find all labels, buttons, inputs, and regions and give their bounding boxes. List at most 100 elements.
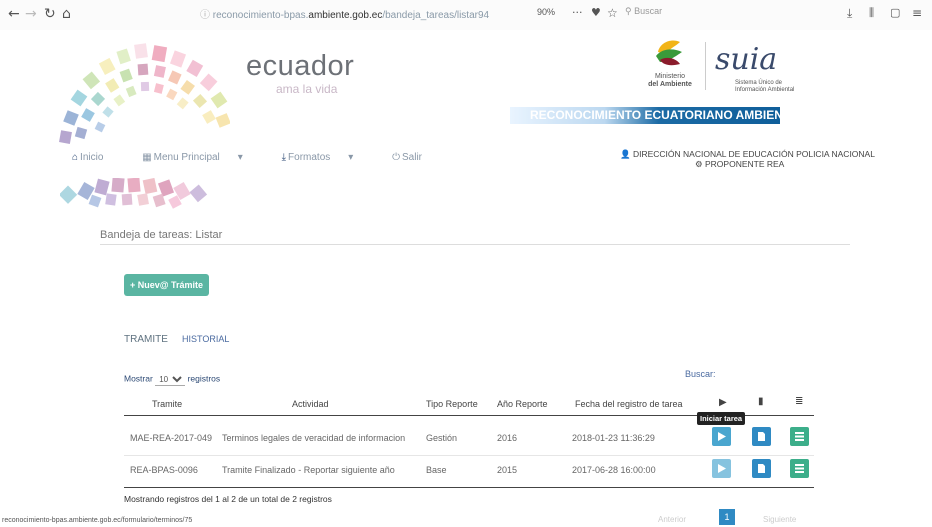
reload-icon[interactable]: ↻ bbox=[44, 6, 56, 22]
list-icon bbox=[795, 432, 804, 441]
document-button[interactable] bbox=[752, 427, 771, 446]
forward-icon[interactable]: → bbox=[25, 6, 37, 22]
nav-menu-principal-label: Menu Principal bbox=[153, 152, 220, 163]
user-organization: DIRECCIÓN NACIONAL DE EDUCACIÓN POLICIA … bbox=[632, 149, 875, 159]
ministerio-ambiente-logo bbox=[656, 40, 682, 66]
nav-formatos[interactable]: ⤓ Formatos ▾ bbox=[282, 152, 372, 163]
status-bar-url: reconocimiento-bpas.ambiente.gob.ec/form… bbox=[2, 517, 193, 524]
play-icon bbox=[718, 464, 726, 473]
suia-logo-subtitle: Sistema Único de Información Ambiental bbox=[735, 80, 794, 94]
search-icon: ⚲ bbox=[625, 6, 635, 16]
col-header-tramite[interactable]: Tramite bbox=[152, 399, 182, 409]
document-button[interactable] bbox=[752, 459, 771, 478]
cell-fecha: 2018-01-23 11:36:29 bbox=[572, 433, 655, 443]
col-header-actividad[interactable]: Actividad bbox=[292, 399, 329, 409]
document-icon bbox=[758, 464, 765, 473]
document-icon bbox=[758, 432, 765, 441]
pocket-icon[interactable]: ♥ bbox=[591, 6, 601, 19]
table-search-label: Buscar: bbox=[685, 369, 716, 379]
suia-subtitle-line2: Información Ambiental bbox=[735, 87, 795, 93]
ministerio-line1: Ministerio bbox=[655, 73, 685, 80]
page-actions-icon[interactable]: ··· bbox=[572, 6, 583, 19]
ecuador-tagline: ama la vida bbox=[276, 82, 338, 96]
list-icon bbox=[795, 464, 804, 473]
start-task-tooltip: Iniciar tarea bbox=[697, 412, 746, 425]
cell-tipo: Gestión bbox=[426, 433, 458, 443]
ecuador-mosaic-bottom bbox=[60, 178, 208, 209]
page-length-select[interactable]: 10 bbox=[155, 373, 186, 386]
ecuador-mosaic-logo bbox=[59, 43, 230, 144]
user-role: PROPONENTE REA bbox=[705, 159, 785, 169]
sidebar-icon[interactable]: ▢ bbox=[890, 6, 900, 19]
cell-tramite: REA-BPAS-0096 bbox=[130, 465, 198, 475]
nav-inicio[interactable]: ⌂ Inicio bbox=[72, 152, 121, 163]
cell-tipo: Base bbox=[426, 465, 447, 475]
start-task-button[interactable] bbox=[712, 427, 731, 446]
caret-down-icon: ▾ bbox=[237, 152, 243, 163]
power-icon: ⏻ bbox=[392, 152, 400, 163]
url-prefix: reconocimiento-bpas. bbox=[212, 10, 309, 21]
address-bar[interactable]: ⓘ reconocimiento-bpas.ambiente.gob.ec/ba… bbox=[200, 6, 489, 21]
show-label: Mostrar bbox=[124, 373, 153, 384]
caret-down-icon: ▾ bbox=[348, 152, 354, 163]
cell-tramite: MAE-REA-2017-049 bbox=[130, 433, 213, 443]
page-title: Bandeja de tareas: Listar bbox=[100, 229, 223, 241]
nav-formatos-label: Formatos bbox=[288, 152, 331, 163]
cell-actividad: Tramite Finalizado - Reportar siguiente … bbox=[222, 465, 395, 475]
nav-menu-principal[interactable]: ▦ Menu Principal ▾ bbox=[142, 152, 261, 163]
pagination-next[interactable]: Siguiente bbox=[763, 515, 796, 524]
list-button[interactable] bbox=[790, 427, 809, 446]
cell-actividad: Terminos legales de veracidad de informa… bbox=[222, 433, 406, 443]
home-icon: ⌂ bbox=[72, 152, 79, 163]
pagination-page[interactable]: 1 bbox=[719, 509, 735, 525]
main-nav: ⌂ Inicio ▦ Menu Principal ▾ ⤓ Formatos ▾ ⏻ Sal… bbox=[72, 152, 458, 163]
download-icon[interactable]: ⤓ bbox=[847, 6, 852, 21]
plus-icon: + bbox=[129, 280, 138, 290]
url-path: /bandeja_tareas/listar94 bbox=[382, 10, 490, 21]
row-divider bbox=[124, 455, 814, 456]
logo-divider bbox=[705, 42, 706, 90]
library-icon[interactable]: ⫼ bbox=[869, 6, 874, 20]
back-icon[interactable]: ← bbox=[8, 6, 20, 22]
nav-inicio-label: Inicio bbox=[80, 152, 104, 163]
zoom-level[interactable]: 90% bbox=[537, 7, 555, 17]
cell-anio: 2015 bbox=[497, 465, 518, 475]
cell-anio: 2016 bbox=[497, 433, 518, 443]
calendar-icon: ▦ bbox=[142, 152, 152, 163]
list-header-icon: ≣ bbox=[795, 396, 804, 407]
document-header-icon: ▮ bbox=[758, 396, 764, 407]
nav-salir[interactable]: ⏻ Salir bbox=[392, 152, 440, 163]
bookmark-star-icon[interactable]: ☆ bbox=[607, 6, 618, 20]
tab-historial[interactable]: HISTORIAL bbox=[182, 334, 229, 344]
new-tramite-button[interactable]: + Nuev@ Trámite bbox=[124, 274, 209, 296]
ministerio-line2: del Ambiente bbox=[648, 81, 692, 88]
tab-tramite[interactable]: TRAMITE bbox=[124, 334, 168, 345]
suia-subtitle-line1: Sistema Único de bbox=[735, 80, 783, 86]
table-info: Mostrando registros del 1 al 2 de un tot… bbox=[124, 494, 332, 504]
start-task-button[interactable] bbox=[712, 459, 731, 478]
download-icon: ⤓ bbox=[281, 152, 287, 163]
suia-logo-title: suia bbox=[715, 42, 778, 77]
table-bottom-divider bbox=[124, 487, 814, 488]
page-length-control: Mostrar 10 registros bbox=[124, 373, 220, 386]
list-button[interactable] bbox=[790, 459, 809, 478]
nav-salir-label: Salir bbox=[402, 152, 423, 163]
user-info: 👤 DIRECCIÓN NACIONAL DE EDUCACIÓN POLICI… bbox=[620, 149, 875, 169]
browser-search-input[interactable]: ⚲ Buscar bbox=[625, 6, 662, 17]
home-icon[interactable]: ⌂ bbox=[62, 6, 71, 22]
info-icon: ⓘ bbox=[200, 10, 213, 21]
url-domain: ambiente.gob.ec bbox=[308, 10, 383, 21]
role-icon: ⚙ bbox=[695, 159, 703, 169]
menu-icon[interactable]: ≡ bbox=[912, 6, 922, 20]
pagination-prev[interactable]: Anterior bbox=[658, 515, 686, 524]
browser-search-placeholder: Buscar bbox=[634, 6, 663, 16]
col-header-tipo-reporte[interactable]: Tipo Reporte bbox=[426, 399, 478, 409]
system-banner: RECONOCIMIENTO ECUATORIANO AMBIENTAL bbox=[510, 107, 805, 124]
col-header-fecha[interactable]: Fecha del registro de tarea bbox=[575, 399, 683, 409]
play-icon bbox=[718, 432, 726, 441]
new-tramite-label: Nuev@ Trámite bbox=[137, 280, 204, 290]
ecuador-wordmark: ecuador bbox=[246, 50, 355, 82]
col-header-anio-reporte[interactable]: Año Reporte bbox=[497, 399, 548, 409]
records-label: registros bbox=[187, 373, 221, 384]
user-icon: 👤 bbox=[620, 149, 631, 159]
